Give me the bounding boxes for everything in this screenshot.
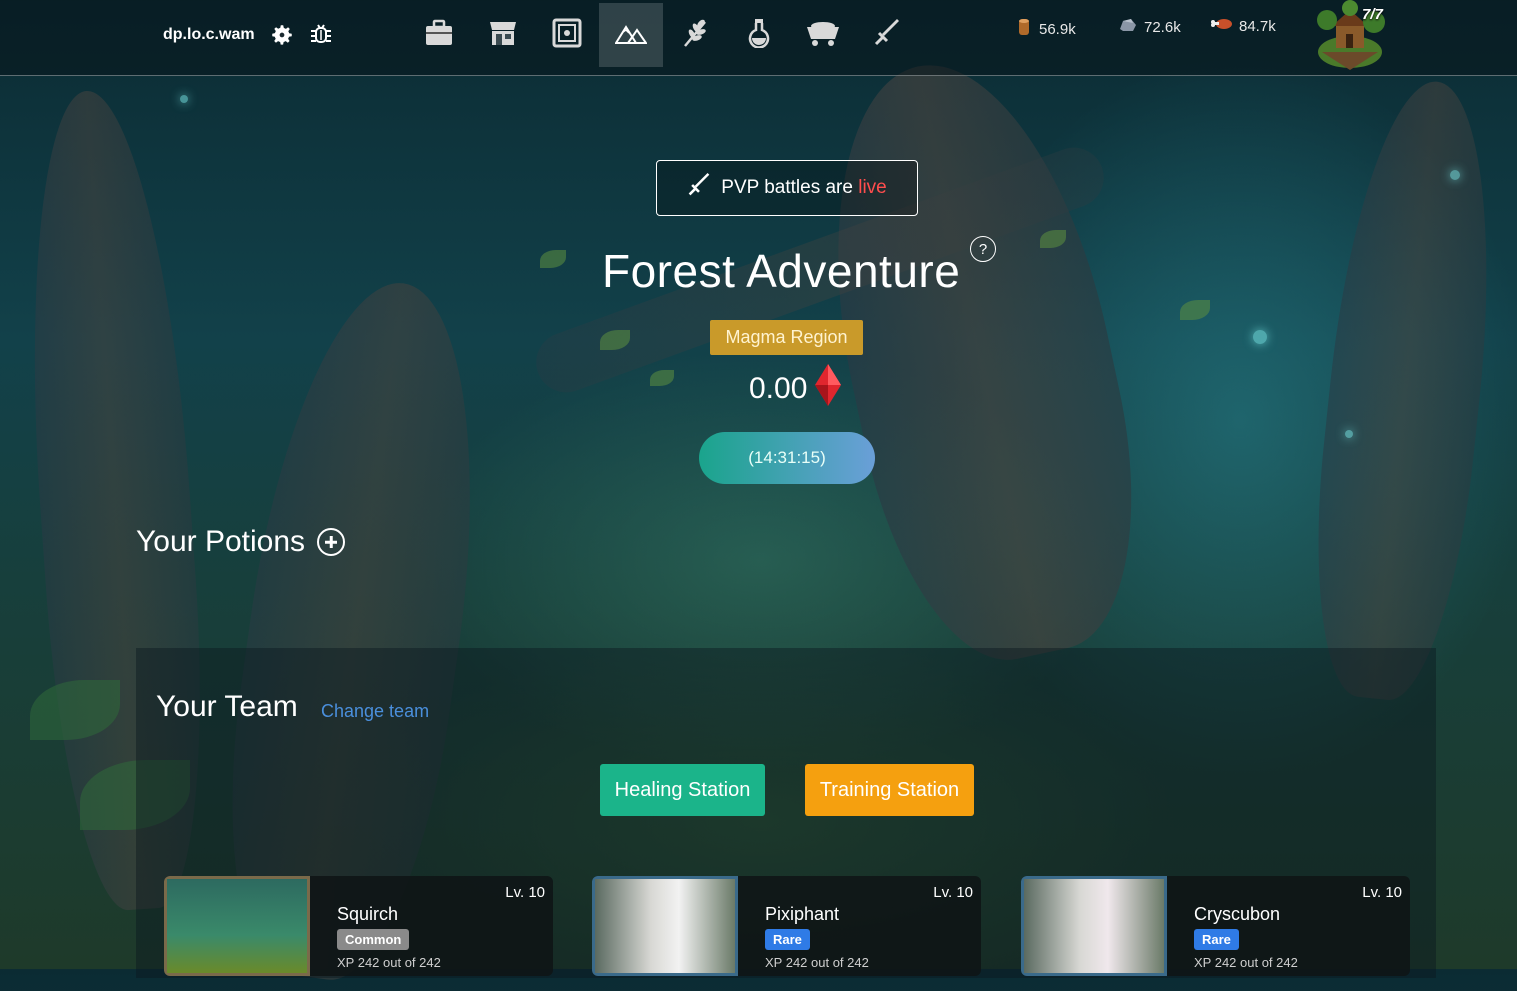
tab-market[interactable]: [471, 3, 535, 67]
wood-icon: [1015, 17, 1033, 41]
village-icon: [1312, 0, 1392, 78]
shop-icon: [488, 19, 518, 52]
tab-vault[interactable]: [535, 3, 599, 67]
member-level: Lv. 10: [1362, 884, 1402, 901]
rarity-badge: Common: [337, 929, 410, 950]
member-xp: XP 242 out of 242: [1194, 955, 1298, 970]
meat-icon: [1211, 17, 1233, 35]
creature-portrait: [164, 876, 310, 976]
member-name: Cryscubon: [1194, 904, 1281, 924]
stone-icon: [1118, 17, 1138, 37]
wood-amount: 56.9k: [1039, 20, 1076, 38]
member-level: Lv. 10: [933, 884, 973, 901]
safe-icon: [552, 18, 582, 53]
tab-potions[interactable]: [727, 3, 791, 67]
rarity-badge: Rare: [1194, 929, 1239, 950]
meat-amount: 84.7k: [1239, 17, 1276, 35]
change-team-link[interactable]: Change team: [321, 701, 429, 722]
team-heading: Your Team: [156, 690, 298, 723]
add-potion-icon[interactable]: [317, 528, 346, 556]
rarity-badge: Rare: [765, 929, 810, 950]
training-station-button[interactable]: Training Station: [805, 764, 974, 816]
mountains-icon: [614, 22, 648, 49]
pvp-banner[interactable]: PVP battles are live: [656, 160, 918, 216]
member-name: Pixiphant: [765, 904, 840, 924]
sword-icon: [687, 173, 711, 203]
tab-inventory[interactable]: [407, 3, 471, 67]
page-title: Forest Adventure: [602, 245, 961, 297]
pvp-status: live: [858, 177, 887, 198]
member-name: Squirch: [337, 904, 399, 924]
village-count: 7/7: [1362, 6, 1383, 23]
member-xp: XP 242 out of 242: [337, 955, 441, 970]
healing-station-button[interactable]: Healing Station: [600, 764, 765, 816]
wheat-icon: [681, 18, 709, 53]
resource-stone: 72.6k: [1118, 17, 1181, 37]
tab-battle[interactable]: [855, 3, 919, 67]
help-icon[interactable]: ?: [970, 236, 996, 262]
member-xp: XP 242 out of 242: [765, 955, 869, 970]
adventure-timer-button[interactable]: (14:31:15): [699, 432, 875, 484]
stone-amount: 72.6k: [1144, 18, 1181, 36]
briefcase-icon: [424, 19, 454, 52]
team-member-card[interactable]: Lv. 10 Cryscubon Rare XP 242 out of 242: [1021, 876, 1410, 976]
minecart-icon: [805, 19, 841, 52]
bug-icon[interactable]: [304, 18, 338, 52]
pvp-text: PVP battles are: [721, 177, 859, 198]
member-level: Lv. 10: [505, 884, 545, 901]
region-badge: Magma Region: [710, 320, 863, 355]
tab-farm[interactable]: [663, 3, 727, 67]
red-gem-icon: [815, 364, 842, 414]
flask-icon: [747, 18, 771, 53]
potions-section: Your Potions: [136, 525, 346, 559]
team-member-card[interactable]: Lv. 10 Pixiphant Rare XP 242 out of 242: [592, 876, 981, 976]
gem-balance: 0.00: [749, 364, 842, 414]
resource-wood: 56.9k: [1015, 17, 1076, 41]
creature-portrait: [592, 876, 738, 976]
sword-icon: [873, 18, 901, 52]
gear-icon[interactable]: [265, 18, 299, 52]
team-member-card[interactable]: Lv. 10 Squirch Common XP 242 out of 242: [164, 876, 553, 976]
creature-portrait: [1021, 876, 1167, 976]
top-navigation-bar: dp.lo.c.wam 56.9k 72.6k 84.7k 7/7: [0, 0, 1517, 76]
resource-meat: 84.7k: [1211, 17, 1276, 35]
tab-mining[interactable]: [791, 3, 855, 67]
tab-adventure[interactable]: [599, 3, 663, 67]
potions-heading: Your Potions: [136, 525, 306, 558]
account-name[interactable]: dp.lo.c.wam: [163, 26, 255, 44]
gem-amount: 0.00: [749, 372, 808, 405]
